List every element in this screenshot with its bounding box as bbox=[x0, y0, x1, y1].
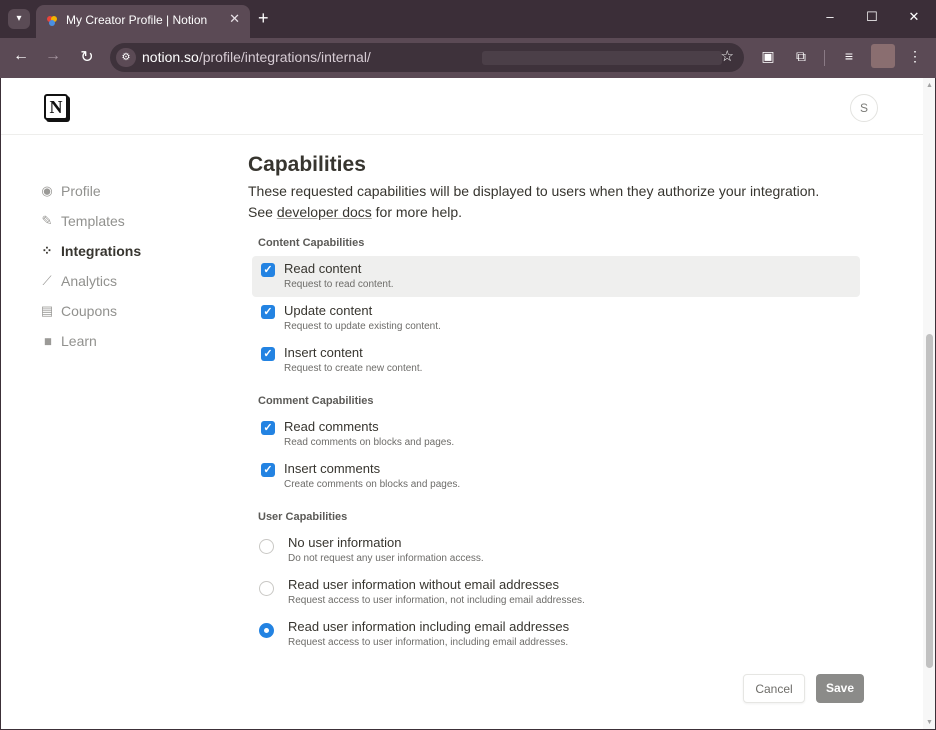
sidebar-item-profile[interactable]: ◉ Profile bbox=[39, 181, 101, 201]
browser-tab-bar: ▾ My Creator Profile | Notion ✕ + – ☐ ✕ bbox=[0, 0, 936, 38]
capability-read-content[interactable]: ✓ Read content Request to read content. bbox=[252, 256, 860, 297]
new-tab-button[interactable]: + bbox=[258, 8, 269, 28]
templates-icon: ✎ bbox=[41, 213, 53, 228]
capability-description: Request to read content. bbox=[284, 279, 394, 290]
sidebar-item-label: Learn bbox=[61, 333, 97, 349]
analytics-icon: ⟋ bbox=[42, 273, 52, 288]
capability-label: Read user information including email ad… bbox=[288, 619, 570, 634]
address-bar[interactable]: ⚙ notion.so/profile/integrations/interna… bbox=[110, 43, 744, 72]
user-avatar[interactable]: S bbox=[850, 94, 878, 122]
capability-label: Update content bbox=[284, 303, 373, 318]
checkbox-checked-icon[interactable]: ✓ bbox=[261, 305, 275, 319]
capability-label: Read content bbox=[284, 261, 362, 276]
sidebar-item-learn[interactable]: ▮▮ Learn bbox=[39, 331, 97, 351]
bookmark-star-icon[interactable]: ☆ bbox=[721, 47, 734, 65]
sidebar-item-analytics[interactable]: ⟋ Analytics bbox=[39, 271, 117, 291]
scroll-up-icon[interactable]: ▲ bbox=[926, 82, 933, 89]
capability-description: Create comments on blocks and pages. bbox=[284, 479, 461, 490]
capability-read-comments[interactable]: ✓ Read comments Read comments on blocks … bbox=[252, 414, 860, 455]
sidebar-item-label: Templates bbox=[61, 213, 125, 229]
url-text[interactable]: notion.so/profile/integrations/internal/ bbox=[142, 49, 371, 65]
reload-icon[interactable]: ↻ bbox=[77, 47, 97, 67]
capability-label: No user information bbox=[288, 535, 402, 550]
comment-capabilities-heading: Comment Capabilities bbox=[258, 395, 374, 407]
minimize-icon[interactable]: – bbox=[815, 9, 845, 24]
capability-no-user-info[interactable]: No user information Do not request any u… bbox=[252, 530, 860, 571]
browser-toolbar: ← → ↻ ⚙ notion.so/profile/integrations/i… bbox=[0, 38, 936, 78]
puzzle-extensions-icon[interactable]: ⧉ bbox=[792, 48, 810, 65]
developer-docs-link[interactable]: developer docs bbox=[277, 204, 372, 220]
notion-logo-icon[interactable]: N bbox=[44, 94, 68, 120]
capability-description: Request access to user information, not … bbox=[288, 595, 585, 606]
radio-selected-icon[interactable] bbox=[259, 623, 274, 638]
page-title: Capabilities bbox=[248, 153, 366, 176]
sidebar-item-label: Coupons bbox=[61, 303, 118, 319]
capability-label: Insert comments bbox=[284, 461, 381, 476]
capability-user-info-with-email[interactable]: Read user information including email ad… bbox=[252, 614, 860, 655]
integrations-icon: ⁘ bbox=[41, 243, 53, 258]
cancel-button[interactable]: Cancel bbox=[743, 674, 805, 703]
profile-icon: ◉ bbox=[41, 183, 53, 198]
coupons-icon: ▤ bbox=[40, 303, 54, 318]
capability-update-content[interactable]: ✓ Update content Request to update exist… bbox=[252, 298, 860, 339]
browser-menu-icon[interactable]: ⋮ bbox=[906, 48, 924, 65]
intro-text-end: for more help. bbox=[371, 204, 463, 220]
capability-label: Read comments bbox=[284, 419, 379, 434]
save-button[interactable]: Save bbox=[816, 674, 864, 703]
capability-description: Request access to user information, incl… bbox=[288, 637, 569, 648]
tab-title: My Creator Profile | Notion bbox=[66, 13, 208, 27]
checkbox-checked-icon[interactable]: ✓ bbox=[261, 263, 275, 277]
capability-insert-content[interactable]: ✓ Insert content Request to create new c… bbox=[252, 340, 860, 381]
capability-label: Read user information without email addr… bbox=[288, 577, 559, 592]
url-host: notion.so bbox=[142, 49, 199, 65]
maximize-icon[interactable]: ☐ bbox=[857, 9, 887, 25]
url-path: /profile/integrations/internal/ bbox=[198, 49, 371, 65]
sidebar-item-coupons[interactable]: ▤ Coupons bbox=[39, 301, 117, 321]
capability-description: Read comments on blocks and pages. bbox=[284, 437, 455, 448]
capability-label: Insert content bbox=[284, 345, 363, 360]
capability-insert-comments[interactable]: ✓ Insert comments Create comments on blo… bbox=[252, 456, 860, 497]
radio-unselected-icon[interactable] bbox=[259, 581, 274, 596]
learn-icon: ▮▮ bbox=[44, 335, 52, 346]
content-capabilities-heading: Content Capabilities bbox=[258, 237, 365, 249]
sidebar-item-label: Integrations bbox=[61, 243, 142, 259]
radio-unselected-icon[interactable] bbox=[259, 539, 274, 554]
site-info-icon[interactable]: ⚙ bbox=[116, 48, 136, 67]
checkbox-checked-icon[interactable]: ✓ bbox=[261, 347, 275, 361]
media-controls-icon[interactable]: ≡ bbox=[840, 48, 858, 64]
active-tab[interactable]: My Creator Profile | Notion ✕ bbox=[36, 5, 250, 38]
extension-icon[interactable]: ▣ bbox=[759, 48, 777, 65]
capability-description: Do not request any user information acce… bbox=[288, 553, 484, 564]
user-capabilities-heading: User Capabilities bbox=[258, 511, 348, 523]
toolbar-divider bbox=[824, 50, 825, 66]
sidebar-item-templates[interactable]: ✎ Templates bbox=[39, 211, 125, 231]
url-redacted bbox=[482, 51, 722, 65]
scroll-thumb[interactable] bbox=[926, 334, 933, 668]
forward-arrow-icon[interactable]: → bbox=[43, 47, 63, 65]
browser-profile-avatar[interactable] bbox=[871, 44, 895, 68]
notion-page: N S ▲ ▼ ◉ Profile ✎ Templates ⁘ Integrat… bbox=[1, 78, 935, 729]
capability-description: Request to update existing content. bbox=[284, 321, 441, 332]
tab-close-icon[interactable]: ✕ bbox=[229, 11, 240, 27]
checkbox-checked-icon[interactable]: ✓ bbox=[261, 421, 275, 435]
page-header: N S bbox=[1, 78, 923, 134]
notion-favicon-icon bbox=[47, 16, 57, 26]
capability-description: Request to create new content. bbox=[284, 363, 423, 374]
checkbox-checked-icon[interactable]: ✓ bbox=[261, 463, 275, 477]
back-arrow-icon[interactable]: ← bbox=[11, 47, 31, 65]
sidebar-item-label: Profile bbox=[61, 183, 101, 199]
tab-search-button[interactable]: ▾ bbox=[8, 9, 30, 29]
capability-user-info-without-email[interactable]: Read user information without email addr… bbox=[252, 572, 860, 613]
sidebar-item-integrations[interactable]: ⁘ Integrations bbox=[39, 241, 142, 261]
window-close-icon[interactable]: ✕ bbox=[899, 9, 929, 25]
page-scrollbar[interactable]: ▲ ▼ bbox=[923, 78, 935, 729]
scroll-down-icon[interactable]: ▼ bbox=[926, 719, 933, 726]
sidebar-item-label: Analytics bbox=[61, 273, 118, 289]
capabilities-description: These requested capabilities will be dis… bbox=[248, 181, 848, 223]
